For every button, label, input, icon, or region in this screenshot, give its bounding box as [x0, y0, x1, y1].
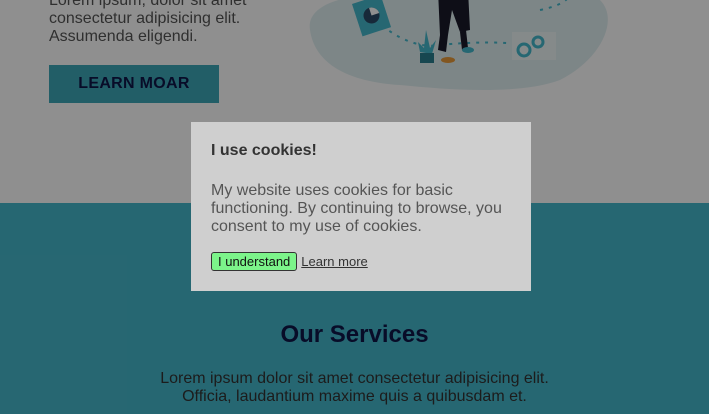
page: Lorem ipsum, dolor sit amet consectetur … — [0, 0, 711, 414]
learn-more-link[interactable]: Learn more — [301, 254, 367, 269]
cookie-dialog-body: My website uses cookies for basic functi… — [211, 182, 502, 235]
cookie-dialog-actions: I understand Learn more — [211, 252, 368, 271]
accept-cookies-button[interactable]: I understand — [211, 252, 298, 271]
cookie-consent-dialog: I use cookies! My website uses cookies f… — [191, 122, 531, 291]
cookie-dialog-title: I use cookies! — [211, 142, 317, 159]
